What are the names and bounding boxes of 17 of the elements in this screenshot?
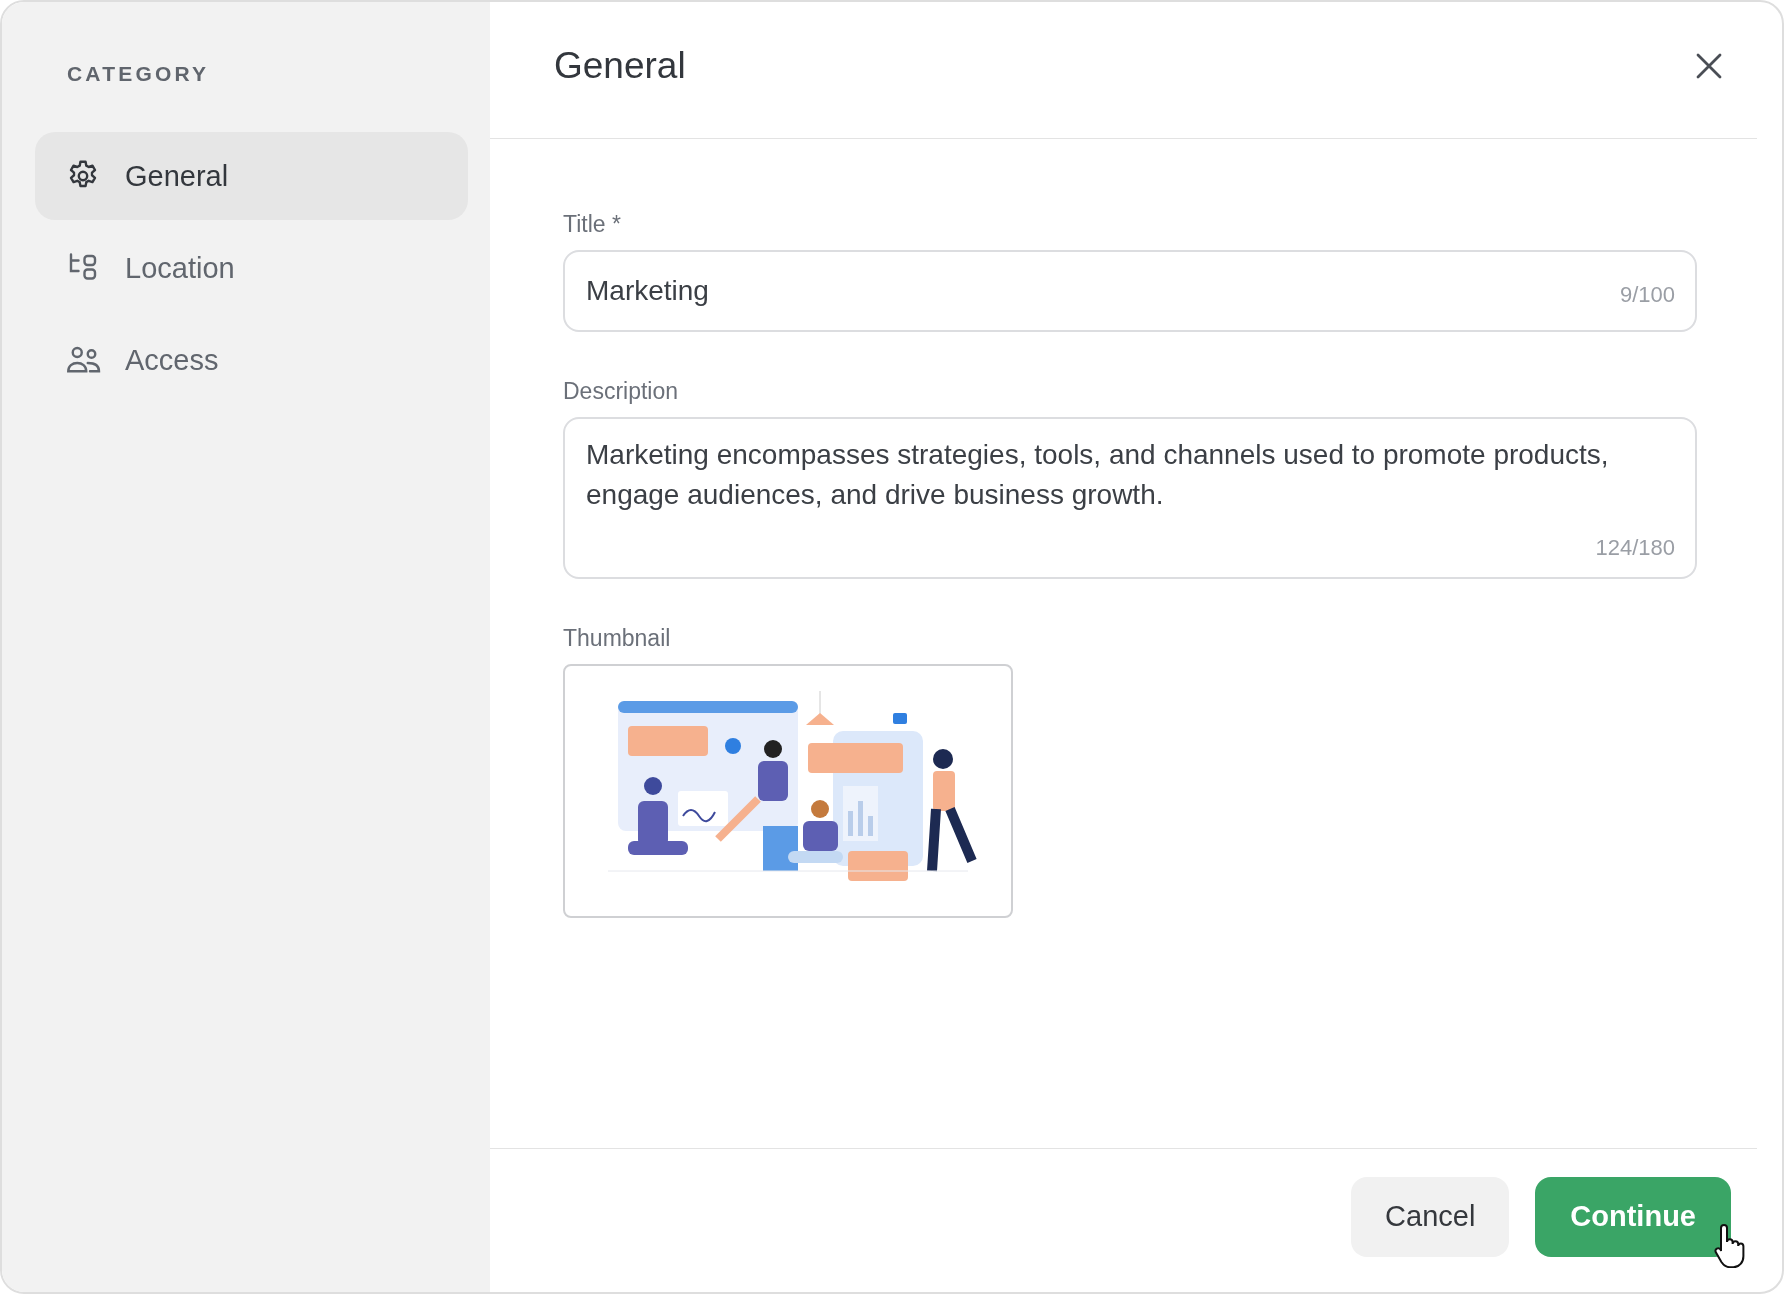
panel-title: General [554, 45, 686, 87]
character-counter: 124/180 [1595, 535, 1675, 561]
character-counter: 9/100 [1619, 282, 1675, 308]
field-label: Thumbnail [563, 625, 671, 652]
field-label: Description [563, 378, 679, 405]
close-icon [1695, 52, 1723, 80]
cancel-button[interactable]: Cancel [1351, 1176, 1510, 1257]
sidebar-item[interactable]: Access [35, 316, 468, 404]
sidebar-item[interactable]: Location [35, 224, 468, 312]
title-input-field[interactable]: Marketing 9/100 [563, 250, 1697, 332]
description-text-area[interactable]: Marketing encompasses strategies, tools, and channels used to promote products, engage audiences, and drive business growth. 124/180 [563, 417, 1697, 579]
sidebar-item[interactable]: General [35, 132, 468, 220]
sidebar-heading: CATEGORY [67, 62, 211, 86]
field-value: Marketing [586, 274, 709, 308]
field-label: Title * [563, 211, 621, 238]
description-text: Marketing encompasses strategies, tools, and channels used to promote products, engage audiences, and drive business growth. [586, 439, 1609, 510]
thumbnail-image[interactable] [563, 664, 1013, 918]
